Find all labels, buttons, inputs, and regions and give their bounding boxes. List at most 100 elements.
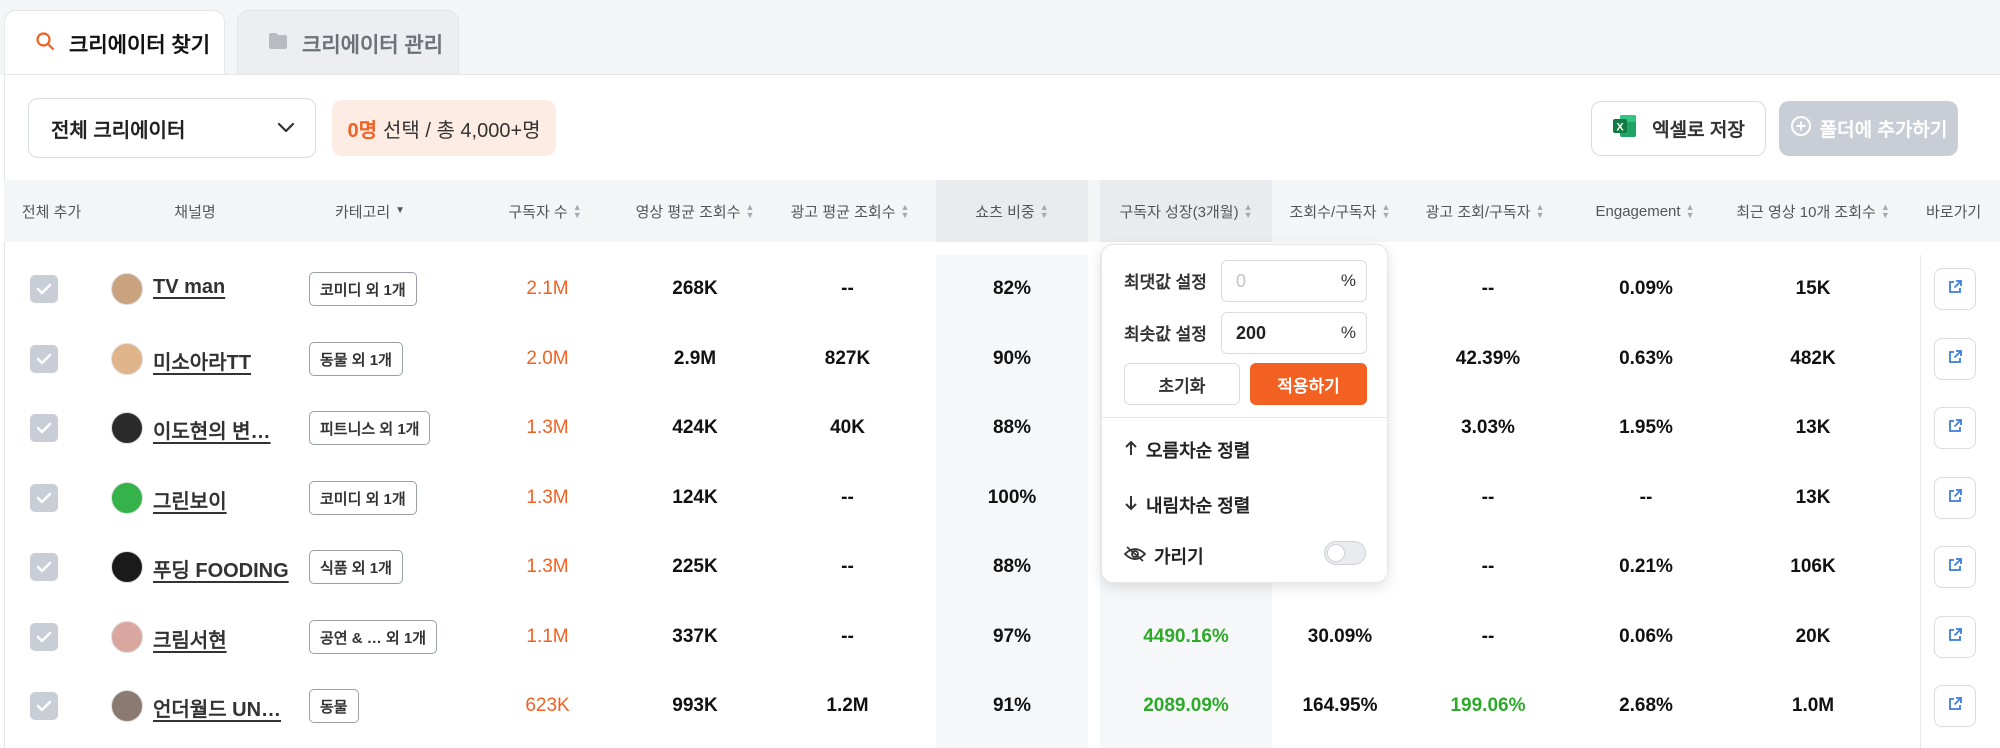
engagement: 0.09% xyxy=(1619,278,1673,299)
arrow-up-icon xyxy=(1124,440,1138,461)
subscriber-count: 1.3M xyxy=(526,487,569,508)
channel-name-link[interactable]: TV man xyxy=(153,276,225,299)
channel-name-link[interactable]: 이도현의 변… xyxy=(153,415,271,444)
creator-filter-dropdown[interactable]: 전체 크리에이터 xyxy=(28,98,316,158)
engagement: 0.06% xyxy=(1619,626,1673,647)
external-link-button[interactable] xyxy=(1934,616,1976,658)
hide-toggle[interactable] xyxy=(1324,541,1366,565)
col-ad-views-per-sub[interactable]: 광고 조회/구독자 ▲ ▼ xyxy=(1410,180,1560,242)
row-checkbox[interactable] xyxy=(30,414,58,442)
hide-column-item: 가리기 xyxy=(1123,543,1204,569)
max-value-input[interactable]: 0 % xyxy=(1221,260,1367,302)
channel-name-link[interactable]: 크림서현 xyxy=(153,624,227,653)
external-link-button[interactable] xyxy=(1934,477,1976,519)
add-to-folder-button[interactable]: 폴더에 추가하기 xyxy=(1779,101,1958,156)
shorts-ratio: 90% xyxy=(992,348,1032,369)
row-checkbox[interactable] xyxy=(30,623,58,651)
row-checkbox[interactable] xyxy=(30,553,58,581)
col-engagement[interactable]: Engagement ▲ ▼ xyxy=(1570,180,1720,242)
category-tag: 동물 외 1개 xyxy=(309,342,403,376)
category-tag: 공연 & … 외 1개 xyxy=(309,620,438,654)
growth-filter-popup: 최댓값 설정 0 % 최솟값 설정 200 % 초기화 적용하기 오름차순 정렬… xyxy=(1101,244,1388,583)
external-link-button[interactable] xyxy=(1934,268,1976,310)
channel-name-link[interactable]: 그린보이 xyxy=(153,485,227,514)
external-link-icon xyxy=(1947,627,1963,648)
tab-find-creators[interactable]: 크리에이터 찾기 xyxy=(4,10,225,76)
recent10-views: 13K xyxy=(1795,417,1831,438)
shorts-ratio: 82% xyxy=(992,278,1032,299)
category-tag: 코미디 외 1개 xyxy=(309,272,417,306)
channel-name-link[interactable]: 푸딩 FOODING xyxy=(153,554,289,583)
subscriber-count: 2.0M xyxy=(526,348,569,369)
row-checkbox[interactable] xyxy=(30,345,58,373)
channel-avatar xyxy=(111,343,143,375)
external-link-icon xyxy=(1947,279,1963,300)
ad-avg-views: -- xyxy=(841,487,854,508)
col-subscribers[interactable]: 구독자 수 ▲ ▼ xyxy=(480,180,610,242)
ad-views-per-sub: -- xyxy=(1481,487,1495,508)
sub-growth: 2089.09% xyxy=(1143,695,1229,716)
row-checkbox[interactable] xyxy=(30,484,58,512)
channel-avatar xyxy=(111,551,143,583)
max-label: 최댓값 설정 xyxy=(1124,273,1207,292)
category-tag: 식품 외 1개 xyxy=(309,550,403,584)
external-link-button[interactable] xyxy=(1934,685,1976,727)
recent10-views: 482K xyxy=(1790,348,1836,369)
search-icon xyxy=(35,31,55,57)
external-link-button[interactable] xyxy=(1934,546,1976,588)
row-checkbox[interactable] xyxy=(30,275,58,303)
col-shorts-ratio[interactable]: 쇼츠 비중 ▲ ▼ xyxy=(936,180,1088,242)
ad-avg-views: 1.2M xyxy=(826,695,869,716)
col-category[interactable]: 카테고리 ▼ xyxy=(300,180,440,242)
external-link-button[interactable] xyxy=(1934,407,1976,449)
channel-avatar xyxy=(111,412,143,444)
shorts-ratio: 88% xyxy=(992,417,1032,438)
sort-descending-label: 내림차순 정렬 xyxy=(1146,496,1251,516)
ad-avg-views: 827K xyxy=(824,348,871,369)
engagement: 0.21% xyxy=(1619,556,1673,577)
hide-column-label: 가리기 xyxy=(1154,547,1204,567)
subscriber-count: 2.1M xyxy=(526,278,569,299)
ad-views-per-sub: 3.03% xyxy=(1461,417,1515,438)
selection-count-badge: 0명 선택 / 총 4,000+명 xyxy=(332,100,556,156)
toggle-knob xyxy=(1327,544,1345,562)
col-sub-growth[interactable]: 구독자 성장(3개월) ▲ ▼ xyxy=(1100,180,1272,242)
ad-avg-views: -- xyxy=(841,278,854,299)
selected-total: 선택 / 총 4,000+명 xyxy=(382,119,541,142)
external-link-icon xyxy=(1947,696,1963,717)
dropdown-value: 전체 크리에이터 xyxy=(51,119,186,142)
save-excel-button[interactable]: X 엑셀로 저장 xyxy=(1591,101,1766,156)
col-recent10[interactable]: 최근 영상 10개 조회수 ▲ ▼ xyxy=(1722,180,1904,242)
avg-views: 225K xyxy=(672,556,718,577)
recent10-views: 20K xyxy=(1795,626,1831,647)
external-link-button[interactable] xyxy=(1934,338,1976,380)
reset-button[interactable]: 초기화 xyxy=(1124,363,1240,405)
sort-descending-item[interactable]: 내림차순 정렬 xyxy=(1124,492,1250,518)
avg-views: 424K xyxy=(672,417,718,438)
col-ad-avg-views[interactable]: 광고 평균 조회수 ▲ ▼ xyxy=(770,180,930,242)
tab-manage-creators[interactable]: 크리에이터 관리 xyxy=(237,10,459,76)
external-link-icon xyxy=(1947,349,1963,370)
min-label: 최솟값 설정 xyxy=(1124,325,1207,344)
min-value: 200 xyxy=(1236,322,1267,343)
selected-count: 0명 xyxy=(347,119,377,142)
row-checkbox[interactable] xyxy=(30,692,58,720)
min-value-input[interactable]: 200 % xyxy=(1221,312,1367,354)
external-link-icon xyxy=(1947,418,1963,439)
channel-name-link[interactable]: 미소아라TT xyxy=(153,346,251,375)
col-avg-views[interactable]: 영상 평균 조회수 ▲ ▼ xyxy=(615,180,775,242)
sort-ascending-item[interactable]: 오름차순 정렬 xyxy=(1124,437,1250,463)
col-views-per-sub[interactable]: 조회수/구독자 ▲ ▼ xyxy=(1274,180,1406,242)
ad-views-per-sub: -- xyxy=(1481,278,1495,299)
avg-views: 2.9M xyxy=(673,348,717,369)
col-add-all: 전체 추가 xyxy=(21,203,82,221)
avg-views: 993K xyxy=(672,695,718,716)
max-placeholder: 0 xyxy=(1236,270,1247,291)
recent10-views: 15K xyxy=(1795,278,1831,299)
apply-button[interactable]: 적용하기 xyxy=(1250,363,1367,405)
channel-name-link[interactable]: 언더월드 UN… xyxy=(153,693,281,722)
channel-avatar xyxy=(111,273,143,305)
excel-icon: X xyxy=(1612,113,1638,145)
eye-off-icon xyxy=(1123,545,1147,567)
recent10-views: 1.0M xyxy=(1791,695,1835,716)
